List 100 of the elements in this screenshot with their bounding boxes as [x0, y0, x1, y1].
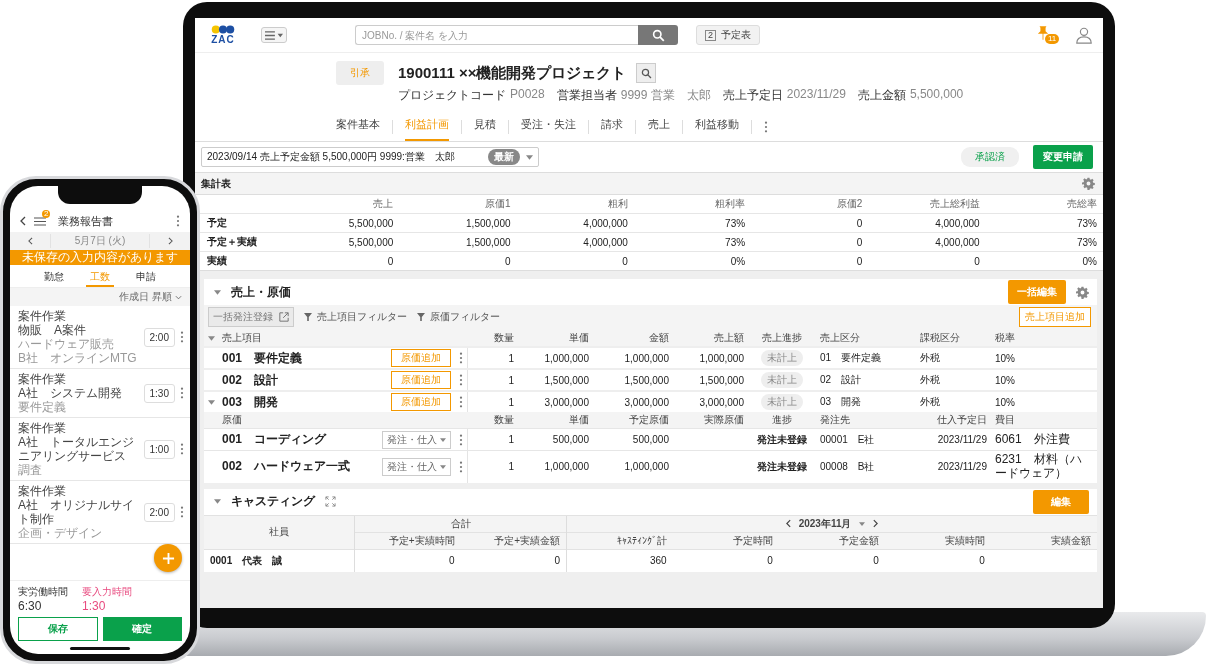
- expand-caret-icon[interactable]: [207, 399, 215, 405]
- tab[interactable]: 勤怠: [40, 265, 68, 287]
- column-header: 売上額: [713, 331, 745, 345]
- add-button[interactable]: [154, 544, 182, 572]
- column-header: 金額: [648, 331, 670, 345]
- tab[interactable]: 請求: [601, 112, 623, 141]
- tab[interactable]: 申請: [132, 265, 160, 287]
- more-icon[interactable]: [180, 331, 184, 343]
- table-cell-text: 500,000: [551, 434, 590, 445]
- table-cell-text: 10%: [994, 374, 1016, 386]
- time-field[interactable]: 2:00: [143, 327, 175, 347]
- more-icon[interactable]: [180, 506, 184, 518]
- tab[interactable]: 見積: [474, 112, 496, 141]
- column-header: 発注先: [819, 413, 851, 427]
- more-icon[interactable]: [764, 120, 768, 133]
- search-button[interactable]: [636, 63, 657, 83]
- meta-value: 2023/11/29: [786, 87, 846, 103]
- next-month-icon[interactable]: [873, 519, 879, 529]
- table-cell-text: 外税: [919, 395, 941, 409]
- item-name: 003 開発: [222, 393, 280, 411]
- time-field[interactable]: 2:00: [143, 502, 175, 522]
- search-field[interactable]: JOBNo. / 案件名 を入力: [355, 25, 638, 45]
- more-icon[interactable]: [176, 215, 180, 227]
- table-cell: 4,000,000: [868, 213, 986, 233]
- chevron-down-icon: [175, 294, 182, 300]
- table-cell: 5,500,000: [282, 213, 400, 233]
- schedule-button[interactable]: 2 予定表: [696, 25, 760, 45]
- month-select[interactable]: 2023年11月: [798, 516, 852, 531]
- time-field[interactable]: 1:00: [143, 439, 175, 459]
- dropdown-caret-icon: [526, 154, 533, 160]
- item-name: 001 要件定義: [222, 349, 304, 367]
- tab[interactable]: 利益移動: [695, 112, 739, 141]
- expand-icon[interactable]: [325, 496, 336, 508]
- more-icon[interactable]: [459, 433, 463, 446]
- tab[interactable]: 売上: [648, 112, 670, 141]
- bulk-order-button[interactable]: 一括発注登録: [208, 307, 294, 327]
- tab[interactable]: 受注・失注: [521, 112, 576, 141]
- more-icon[interactable]: [459, 352, 463, 364]
- table-cell-text: 03 開発: [819, 395, 863, 409]
- missing-time: 1:30: [82, 599, 107, 613]
- table-cell-text: 3,000,000: [623, 396, 670, 408]
- more-icon[interactable]: [459, 396, 463, 408]
- settings-icon[interactable]: [1076, 285, 1089, 299]
- column-header: 売上区分: [819, 331, 861, 345]
- column-header: 粗利率: [633, 195, 752, 214]
- back-icon[interactable]: [20, 216, 26, 226]
- column-header: 数量: [493, 413, 515, 427]
- time-field[interactable]: 1:30: [143, 383, 175, 403]
- menu-icon[interactable]: [34, 216, 46, 226]
- table-cell-text: 1,000,000: [623, 461, 670, 473]
- approval-badge: 承認済: [961, 147, 1019, 167]
- table-cell: 1,500,000: [399, 232, 517, 252]
- column-header: 予定+実績金額: [460, 532, 567, 550]
- menu-button[interactable]: [261, 27, 287, 43]
- entry-text: 案件作業: [18, 484, 67, 498]
- previous-month-icon[interactable]: [785, 519, 791, 529]
- save-button[interactable]: 保存: [18, 617, 98, 641]
- tab[interactable]: 案件基本: [336, 112, 380, 141]
- item-name: 002 設計: [222, 371, 280, 389]
- table-cell-text: 1,000,000: [543, 352, 590, 364]
- column-header: 進捗: [771, 413, 793, 427]
- meta-label: 営業担当者: [556, 87, 617, 104]
- settings-icon[interactable]: [1082, 177, 1095, 190]
- filter-button[interactable]: 原価フィルター: [417, 310, 500, 324]
- order-select[interactable]: 発注・仕入: [382, 430, 451, 449]
- table-cell-text: 1,000,000: [623, 352, 670, 364]
- revision-select[interactable]: 2023/09/14 売上予定金額 5,500,000円 9999:営業 太郎 最新: [201, 147, 539, 167]
- column-header: 売上進捗: [761, 331, 803, 345]
- more-icon[interactable]: [180, 387, 184, 399]
- column-header: 予定金額: [778, 532, 885, 550]
- column-header: 粗利: [516, 195, 634, 214]
- user-icon[interactable]: [1075, 26, 1093, 44]
- table-cell: 0: [672, 549, 779, 572]
- column-header: 売上総利益: [868, 195, 986, 214]
- search-button[interactable]: [638, 25, 678, 45]
- notification-badge: 11: [1045, 34, 1060, 44]
- dropdown-caret-icon[interactable]: [859, 521, 866, 526]
- progress-status: 未計上: [761, 350, 803, 366]
- column-header: 実績金額: [990, 532, 1097, 550]
- collapse-caret-icon[interactable]: [214, 289, 221, 295]
- meta-label: 売上金額: [857, 87, 906, 104]
- table-cell: 0: [884, 549, 991, 572]
- entry-note: 企画・デザイン: [18, 526, 103, 540]
- worked-time: 6:30: [18, 599, 43, 613]
- entry-text: 案件作業: [18, 309, 67, 323]
- order-select[interactable]: 発注・仕入: [382, 457, 451, 476]
- dropdown-caret-icon: [440, 464, 446, 469]
- entry-text: 案件作業: [18, 421, 67, 435]
- collapse-caret-icon[interactable]: [214, 499, 221, 505]
- column-header: 実績時間: [884, 532, 991, 550]
- cost-name: 001 コーディング: [222, 431, 328, 448]
- more-icon[interactable]: [459, 460, 463, 473]
- filter-button[interactable]: 売上項目フィルター: [304, 310, 407, 324]
- column-header: 実際原価: [703, 413, 745, 427]
- column-header: 予定時間: [672, 532, 779, 550]
- progress-status: 未計上: [761, 372, 803, 388]
- filter-icon: [304, 313, 312, 321]
- more-icon[interactable]: [180, 443, 184, 455]
- collapse-caret-icon[interactable]: [207, 335, 215, 341]
- more-icon[interactable]: [459, 374, 463, 386]
